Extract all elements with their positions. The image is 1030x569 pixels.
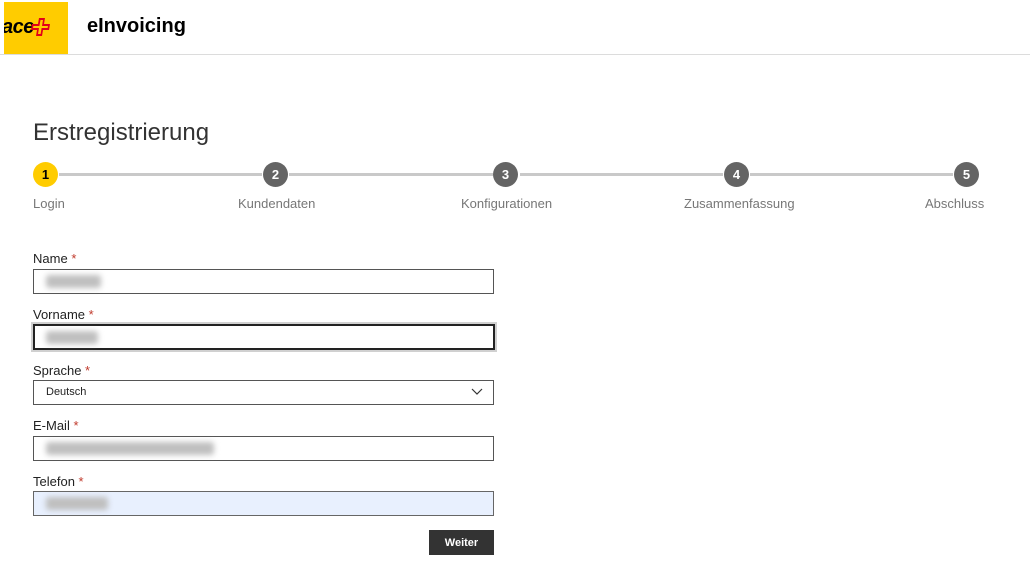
page-title: Erstregistrierung <box>33 119 210 146</box>
step-2-label: Kundendaten <box>238 196 316 211</box>
sprache-selected-value: Deutsch <box>46 386 87 398</box>
step-1-label: Login <box>33 196 65 211</box>
step-4-label: Zusammenfassung <box>684 196 795 211</box>
required-marker: * <box>88 307 94 322</box>
telefon-label: Telefon * <box>33 474 84 489</box>
chevron-down-icon <box>471 388 483 395</box>
email-label: E-Mail * <box>33 418 79 433</box>
redacted-value <box>46 275 101 288</box>
redacted-value <box>46 442 214 455</box>
sprache-label: Sprache * <box>33 363 90 378</box>
step-1-circle: 1 <box>33 162 58 187</box>
step-connector <box>750 173 953 176</box>
step-2-circle: 2 <box>263 162 288 187</box>
logo-text: ace <box>4 16 34 38</box>
required-marker: * <box>71 251 77 266</box>
step-4-circle: 4 <box>724 162 749 187</box>
vorname-label: Vorname * <box>33 307 94 322</box>
weiter-button[interactable]: Weiter <box>429 530 494 555</box>
sprache-select[interactable]: Deutsch <box>33 380 494 405</box>
app-title: eInvoicing <box>87 15 186 37</box>
step-connector <box>59 173 262 176</box>
sprache-label-text: Sprache <box>33 363 82 378</box>
email-label-text: E-Mail <box>33 418 70 433</box>
redacted-value <box>46 331 98 344</box>
name-input[interactable] <box>33 269 494 294</box>
required-marker: * <box>78 474 84 489</box>
name-label-text: Name <box>33 251 68 266</box>
step-5-circle: 5 <box>954 162 979 187</box>
step-5-label: Abschluss <box>925 196 985 211</box>
app-header: ace eInvoicing <box>0 0 1030 55</box>
vorname-label-text: Vorname <box>33 307 86 322</box>
postfinance-logo[interactable]: ace <box>4 2 68 54</box>
registration-stepper: 1 2 3 4 5 Login Kundendaten Konfiguratio… <box>33 162 985 212</box>
redacted-value <box>46 497 108 510</box>
step-3-circle: 3 <box>493 162 518 187</box>
step-connector <box>289 173 493 176</box>
step-connector <box>520 173 723 176</box>
required-marker: * <box>73 418 79 433</box>
name-label: Name * <box>33 251 76 266</box>
required-marker: * <box>85 363 91 378</box>
telefon-label-text: Telefon <box>33 474 75 489</box>
email-input[interactable] <box>33 436 494 461</box>
step-3-label: Konfigurationen <box>461 196 553 211</box>
swiss-cross-icon <box>31 18 50 36</box>
telefon-input[interactable] <box>33 491 494 516</box>
vorname-input[interactable] <box>33 324 495 350</box>
